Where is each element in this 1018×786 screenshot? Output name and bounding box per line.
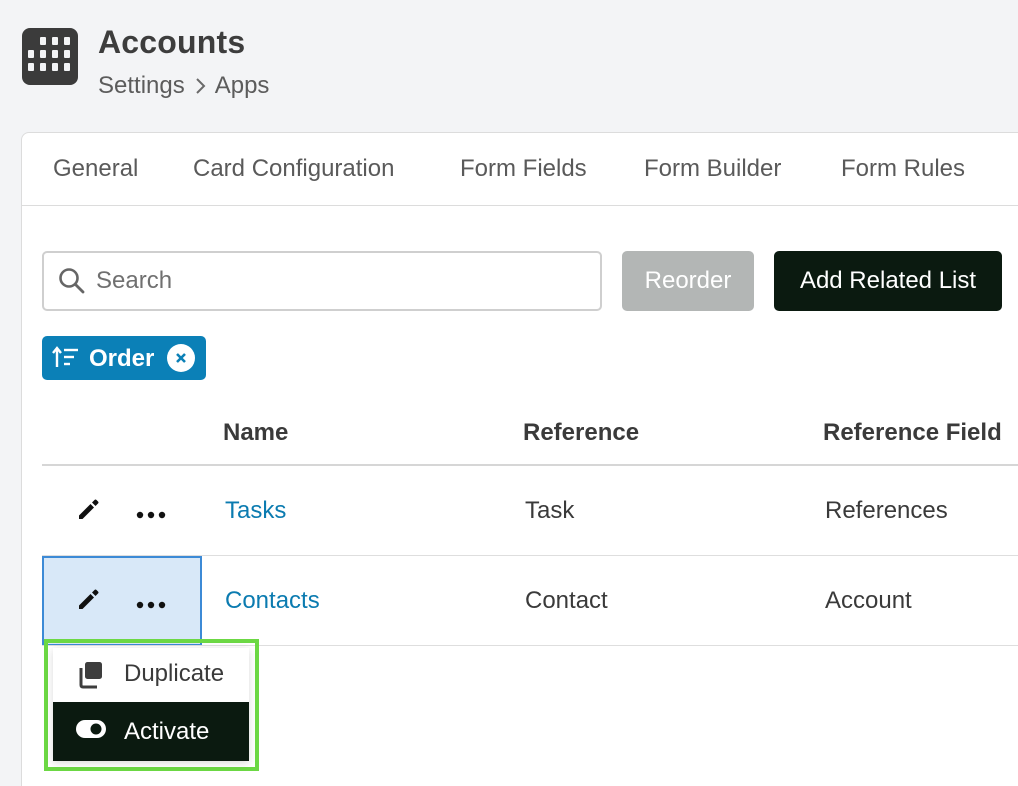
search-icon <box>58 267 86 300</box>
duplicate-icon <box>75 660 105 695</box>
sort-ascending-icon <box>52 346 80 375</box>
tab-bar: General Card Configuration Form Fields F… <box>22 133 1018 206</box>
column-header-reference-field[interactable]: Reference Field <box>823 419 1002 447</box>
toggle-icon <box>75 719 107 744</box>
tab-form-fields[interactable]: Form Fields <box>460 155 587 183</box>
more-options-icon[interactable] <box>136 506 166 524</box>
building-icon <box>22 28 78 85</box>
column-header-name[interactable]: Name <box>223 419 288 447</box>
breadcrumb-apps[interactable]: Apps <box>215 72 270 100</box>
tab-card-configuration[interactable]: Card Configuration <box>193 155 394 183</box>
menu-item-activate[interactable]: Activate <box>53 702 249 761</box>
row-reference: Contact <box>525 587 608 614</box>
tab-general[interactable]: General <box>53 155 138 183</box>
search-box <box>42 251 602 311</box>
row-name-link[interactable]: Tasks <box>225 497 286 525</box>
breadcrumb-settings[interactable]: Settings <box>98 72 185 100</box>
breadcrumb: Settings Apps <box>98 72 269 100</box>
tab-form-builder[interactable]: Form Builder <box>644 155 781 183</box>
menu-item-duplicate[interactable]: Duplicate <box>53 648 249 704</box>
more-options-icon[interactable] <box>136 596 166 614</box>
pencil-icon[interactable] <box>76 586 102 617</box>
close-icon[interactable] <box>167 344 195 372</box>
row-reference-field: References <box>825 497 948 524</box>
page-title: Accounts <box>98 24 246 60</box>
row-actions-menu: Duplicate Activate <box>53 648 249 761</box>
row-actions-selected <box>42 556 202 646</box>
add-related-list-button[interactable]: Add Related List <box>774 251 1002 311</box>
search-input[interactable] <box>96 263 586 299</box>
pencil-icon[interactable] <box>76 496 102 527</box>
menu-item-label: Activate <box>124 718 210 745</box>
tab-form-rules[interactable]: Form Rules <box>841 155 965 183</box>
column-header-reference[interactable]: Reference <box>523 419 639 447</box>
row-reference: Task <box>525 497 575 524</box>
chevron-right-icon <box>195 77 207 95</box>
row-actions <box>42 466 202 556</box>
row-name-link[interactable]: Contacts <box>225 587 320 615</box>
order-filter-chip[interactable]: Order <box>42 336 206 380</box>
row-reference-field: Account <box>825 587 912 614</box>
reorder-button[interactable]: Reorder <box>622 251 754 311</box>
filter-chip-label: Order <box>89 345 155 372</box>
menu-item-label: Duplicate <box>124 660 225 687</box>
